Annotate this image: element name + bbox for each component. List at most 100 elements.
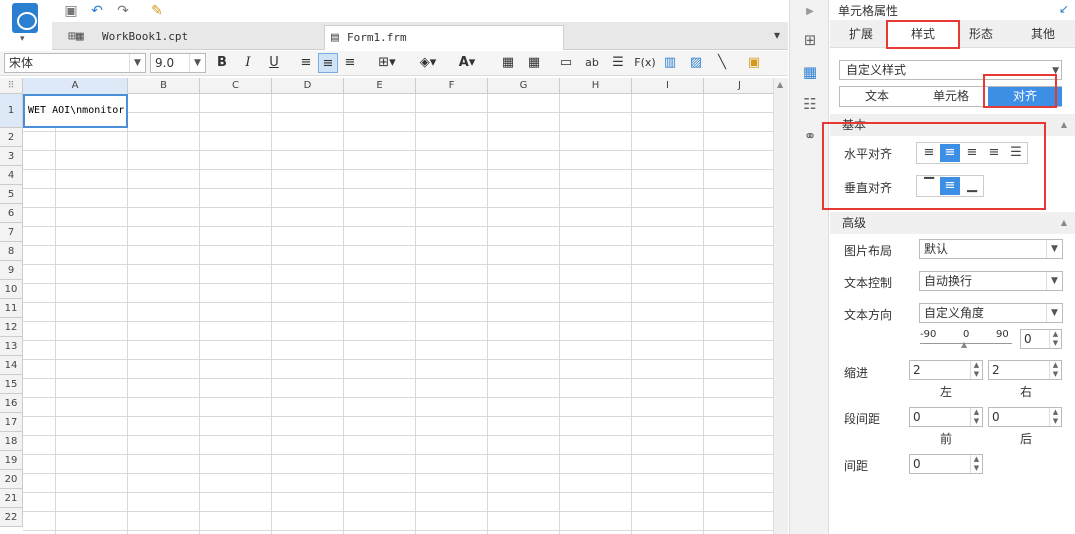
text-tool-button[interactable]: ab bbox=[582, 53, 602, 73]
row-header-10[interactable]: 10 bbox=[0, 280, 23, 299]
para-before-stepper[interactable]: 0 ▲ ▼ bbox=[909, 407, 983, 427]
column-header-g[interactable]: G bbox=[488, 78, 560, 94]
row-header-4[interactable]: 4 bbox=[0, 166, 23, 185]
align-right-icon[interactable]: ≡ bbox=[340, 53, 360, 73]
font-size-select[interactable]: 9.0 ▼ bbox=[150, 53, 206, 73]
row-header-9[interactable]: 9 bbox=[0, 261, 23, 280]
column-header-b[interactable]: B bbox=[128, 78, 200, 94]
stepper-arrows-icon[interactable]: ▲ ▼ bbox=[970, 455, 982, 473]
slash-icon[interactable]: ╲ bbox=[712, 53, 732, 73]
column-header-a[interactable]: A bbox=[23, 78, 128, 94]
merge-cells-icon[interactable]: ▦ bbox=[498, 53, 518, 73]
column-header-j[interactable]: J bbox=[704, 78, 773, 94]
column-header-f[interactable]: F bbox=[416, 78, 488, 94]
tab-other[interactable]: 其他 bbox=[1012, 20, 1074, 48]
row-header-16[interactable]: 16 bbox=[0, 394, 23, 413]
undo-icon[interactable]: ↶ bbox=[88, 2, 106, 20]
collapse-arrow-icon[interactable]: ▶ bbox=[800, 2, 820, 22]
column-header-e[interactable]: E bbox=[344, 78, 416, 94]
redo-icon[interactable]: ↷ bbox=[114, 2, 132, 20]
row-header-21[interactable]: 21 bbox=[0, 489, 23, 508]
text-control-select[interactable]: 自动换行 ▼ bbox=[919, 271, 1063, 291]
stepper-arrows-icon[interactable]: ▲ ▼ bbox=[970, 408, 982, 426]
cell-area[interactable] bbox=[23, 94, 773, 534]
hyperlink-icon[interactable]: ⚭ bbox=[800, 126, 820, 146]
angle-slider-thumb[interactable]: ▲ bbox=[961, 340, 967, 349]
angle-stepper[interactable]: 0 ▲ ▼ bbox=[1020, 329, 1062, 349]
row-header-19[interactable]: 19 bbox=[0, 451, 23, 470]
row-header-5[interactable]: 5 bbox=[0, 185, 23, 204]
condition-properties-icon[interactable]: ☷ bbox=[800, 94, 820, 114]
save-icon[interactable]: ▣ bbox=[62, 2, 80, 20]
row-header-7[interactable]: 7 bbox=[0, 223, 23, 242]
row-header-15[interactable]: 15 bbox=[0, 375, 23, 394]
pin-icon[interactable]: ↙ bbox=[1059, 2, 1069, 16]
align-center-icon[interactable]: ≡ bbox=[318, 53, 338, 73]
row-header-18[interactable]: 18 bbox=[0, 432, 23, 451]
stepper-arrows-icon[interactable]: ▲ ▼ bbox=[1049, 408, 1061, 426]
row-header-13[interactable]: 13 bbox=[0, 337, 23, 356]
indent-right-stepper[interactable]: 2 ▲ ▼ bbox=[988, 360, 1062, 380]
image-icon[interactable]: ▨ bbox=[686, 53, 706, 73]
spacing-stepper[interactable]: 0 ▲ ▼ bbox=[909, 454, 983, 474]
tab-menu-icon[interactable]: ▾ bbox=[774, 28, 780, 42]
bold-button[interactable]: B bbox=[212, 53, 232, 73]
tab-style[interactable]: 样式 bbox=[886, 20, 960, 49]
section-advanced[interactable]: 高级 ▲ bbox=[830, 212, 1075, 234]
column-header-i[interactable]: I bbox=[632, 78, 704, 94]
para-after-stepper[interactable]: 0 ▲ ▼ bbox=[988, 407, 1062, 427]
slider-mid-label: 0 bbox=[963, 329, 970, 340]
image-layout-select[interactable]: 默认 ▼ bbox=[919, 239, 1063, 259]
column-header-d[interactable]: D bbox=[272, 78, 344, 94]
tab-expand[interactable]: 扩展 bbox=[830, 20, 892, 48]
fill-color-icon[interactable]: ◈▾ bbox=[414, 53, 442, 73]
tab-workbook1[interactable]: ⊞▦ WorkBook1.cpt bbox=[60, 25, 322, 50]
chart-icon[interactable]: ▥ bbox=[660, 53, 680, 73]
row-header-14[interactable]: 14 bbox=[0, 356, 23, 375]
column-header-h[interactable]: H bbox=[560, 78, 632, 94]
row-header-1[interactable]: 1 bbox=[0, 94, 23, 128]
cell-properties-icon[interactable]: ▦ bbox=[800, 62, 820, 82]
row-header-20[interactable]: 20 bbox=[0, 470, 23, 489]
align-left-icon[interactable]: ≡ bbox=[296, 53, 316, 73]
table-properties-icon[interactable]: ⊞ bbox=[800, 30, 820, 50]
font-select[interactable]: 宋体 ▼ bbox=[4, 53, 146, 73]
stepper-arrows-icon[interactable]: ▲ ▼ bbox=[970, 361, 982, 379]
tab-form[interactable]: 形态 bbox=[950, 20, 1012, 48]
angle-value: 0 bbox=[1024, 332, 1032, 346]
paragraph-icon[interactable]: ☰ bbox=[608, 53, 628, 73]
row-header-2[interactable]: 2 bbox=[0, 128, 23, 147]
row-header-3[interactable]: 3 bbox=[0, 147, 23, 166]
underline-button[interactable]: U bbox=[264, 53, 284, 73]
insert-row-icon[interactable]: ▭ bbox=[556, 53, 576, 73]
subtab-text[interactable]: 文本 bbox=[840, 87, 914, 106]
border-icon[interactable]: ⊞▾ bbox=[372, 53, 402, 73]
text-direction-select[interactable]: 自定义角度 ▼ bbox=[919, 303, 1063, 323]
select-all-corner[interactable]: ⠿ bbox=[0, 78, 23, 94]
vertical-scrollbar[interactable]: ▲ bbox=[773, 78, 788, 534]
scroll-up-icon[interactable]: ▲ bbox=[777, 80, 783, 89]
row-header-22[interactable]: 22 bbox=[0, 508, 23, 527]
stepper-arrows-icon[interactable]: ▲ ▼ bbox=[1049, 330, 1061, 348]
before-caption: 前 bbox=[940, 432, 953, 446]
cell-element-icon[interactable]: ▣ bbox=[744, 53, 764, 73]
formula-button[interactable]: F(x) bbox=[634, 53, 656, 73]
row-header-11[interactable]: 11 bbox=[0, 299, 23, 318]
cell-a1[interactable]: WET AOI\nmonitor bbox=[23, 94, 128, 128]
stepper-arrows-icon[interactable]: ▲ ▼ bbox=[1049, 361, 1061, 379]
row-header-17[interactable]: 17 bbox=[0, 413, 23, 432]
subtab-cell[interactable]: 单元格 bbox=[914, 87, 988, 106]
format-painter-icon[interactable]: ✎ bbox=[148, 2, 166, 20]
column-header-c[interactable]: C bbox=[200, 78, 272, 94]
split-cells-icon[interactable]: ▦ bbox=[524, 53, 544, 73]
app-logo[interactable]: ▾ bbox=[0, 0, 52, 50]
row-header-8[interactable]: 8 bbox=[0, 242, 23, 261]
row-header-12[interactable]: 12 bbox=[0, 318, 23, 337]
font-color-icon[interactable]: A▾ bbox=[452, 53, 482, 73]
row-header-6[interactable]: 6 bbox=[0, 204, 23, 223]
tab-form1[interactable]: ▤ Form1.frm bbox=[324, 25, 564, 50]
italic-button[interactable]: I bbox=[238, 53, 258, 73]
logo-dropdown-icon[interactable]: ▾ bbox=[20, 34, 25, 44]
indent-left-stepper[interactable]: 2 ▲ ▼ bbox=[909, 360, 983, 380]
spreadsheet-grid[interactable]: ⠿ A B C D E F G H I J 1 2 3 4 5 6 7 8 9 10 11 12 13 1… bbox=[0, 78, 773, 534]
